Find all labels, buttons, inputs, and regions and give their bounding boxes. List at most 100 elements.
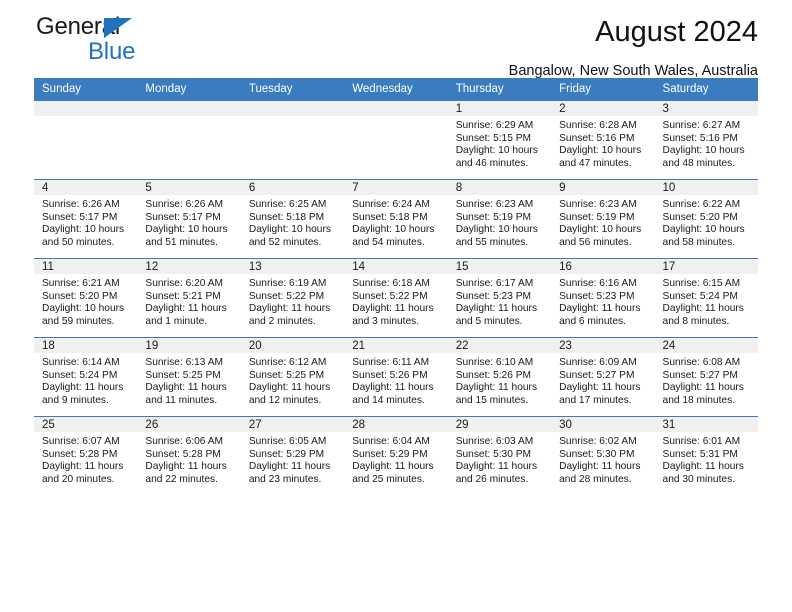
daylight-text: Daylight: 11 hours and 23 minutes. <box>248 461 331 485</box>
sunrise-text: Sunrise: 6:01 AM <box>662 436 741 447</box>
calendar-week-row: 11 Sunrise: 6:21 AM Sunset: 5:20 PM Dayligh… <box>34 258 758 338</box>
sunrise-text: Sunrise: 6:17 AM <box>455 278 534 289</box>
day-number: 4 <box>34 180 138 195</box>
day-number <box>137 101 241 116</box>
sunrise-text: Sunrise: 6:12 AM <box>248 357 327 368</box>
daylight-text: Daylight: 10 hours and 56 minutes. <box>559 224 642 248</box>
weekday-header-saturday: Saturday <box>654 78 758 101</box>
day-number <box>240 101 345 116</box>
daylight-text: Daylight: 10 hours and 58 minutes. <box>662 224 745 248</box>
calendar-day-cell[interactable]: 26 Sunrise: 6:06 AM Sunset: 5:28 PM Dayligh… <box>137 416 241 495</box>
calendar-day-cell[interactable]: 2 Sunrise: 6:28 AM Sunset: 5:16 PM Daylight… <box>551 100 655 180</box>
sunset-text: Sunset: 5:30 PM <box>455 448 532 460</box>
daylight-text: Daylight: 10 hours and 55 minutes. <box>455 224 538 248</box>
calendar-day-cell[interactable]: 4 Sunrise: 6:26 AM Sunset: 5:17 PM Daylight… <box>34 179 138 259</box>
sunset-text: Sunset: 5:19 PM <box>559 211 635 223</box>
day-details: Sunrise: 6:12 AM Sunset: 5:25 PM Daylight:… <box>241 353 344 407</box>
calendar-day-cell-empty <box>137 100 241 180</box>
day-number: 30 <box>551 417 655 432</box>
day-number: 10 <box>654 180 758 195</box>
sunset-text: Sunset: 5:20 PM <box>662 211 738 223</box>
sunrise-text: Sunrise: 6:23 AM <box>455 199 534 210</box>
sunrise-text: Sunrise: 6:15 AM <box>662 278 741 289</box>
calendar-day-cell[interactable]: 3 Sunrise: 6:27 AM Sunset: 5:16 PM Daylight… <box>654 100 758 180</box>
calendar-day-cell[interactable]: 29 Sunrise: 6:03 AM Sunset: 5:30 PM Dayligh… <box>447 416 552 495</box>
weekday-header-sunday: Sunday <box>34 78 138 101</box>
calendar-day-cell[interactable]: 18 Sunrise: 6:14 AM Sunset: 5:24 PM Dayligh… <box>34 337 138 417</box>
sunset-text: Sunset: 5:24 PM <box>42 369 118 381</box>
daylight-text: Daylight: 10 hours and 51 minutes. <box>145 224 228 248</box>
day-number: 15 <box>447 259 552 274</box>
calendar-day-cell[interactable]: 24 Sunrise: 6:08 AM Sunset: 5:27 PM Dayligh… <box>654 337 758 417</box>
day-details: Sunrise: 6:10 AM Sunset: 5:26 PM Daylight:… <box>448 353 551 407</box>
calendar-day-cell[interactable]: 31 Sunrise: 6:01 AM Sunset: 5:31 PM Dayligh… <box>654 416 758 495</box>
day-number: 1 <box>447 101 552 116</box>
calendar-day-cell[interactable]: 12 Sunrise: 6:20 AM Sunset: 5:21 PM Dayligh… <box>137 258 241 338</box>
day-number: 24 <box>654 338 758 353</box>
calendar-day-cell[interactable]: 8 Sunrise: 6:23 AM Sunset: 5:19 PM Daylight… <box>447 179 552 259</box>
calendar-day-cell[interactable]: 5 Sunrise: 6:26 AM Sunset: 5:17 PM Daylight… <box>137 179 241 259</box>
day-details: Sunrise: 6:18 AM Sunset: 5:22 PM Daylight:… <box>344 274 447 328</box>
sunrise-text: Sunrise: 6:26 AM <box>42 199 120 210</box>
day-number: 22 <box>447 338 552 353</box>
day-details: Sunrise: 6:22 AM Sunset: 5:20 PM Daylight:… <box>655 195 758 249</box>
calendar-day-cell[interactable]: 21 Sunrise: 6:11 AM Sunset: 5:26 PM Dayligh… <box>344 337 448 417</box>
calendar-day-cell[interactable]: 25 Sunrise: 6:07 AM Sunset: 5:28 PM Dayligh… <box>34 416 138 495</box>
day-details: Sunrise: 6:23 AM Sunset: 5:19 PM Daylight:… <box>551 195 654 249</box>
calendar-day-cell[interactable]: 27 Sunrise: 6:05 AM Sunset: 5:29 PM Dayligh… <box>240 416 345 495</box>
daylight-text: Daylight: 11 hours and 3 minutes. <box>352 303 434 327</box>
calendar-day-cell[interactable]: 22 Sunrise: 6:10 AM Sunset: 5:26 PM Dayligh… <box>447 337 552 417</box>
calendar-day-cell[interactable]: 19 Sunrise: 6:13 AM Sunset: 5:25 PM Dayligh… <box>137 337 241 417</box>
sunrise-text: Sunrise: 6:09 AM <box>559 357 637 368</box>
calendar-day-cell[interactable]: 13 Sunrise: 6:19 AM Sunset: 5:22 PM Dayligh… <box>240 258 345 338</box>
day-details: Sunrise: 6:17 AM Sunset: 5:23 PM Daylight:… <box>448 274 551 328</box>
sunset-text: Sunset: 5:29 PM <box>248 448 325 460</box>
day-details: Sunrise: 6:09 AM Sunset: 5:27 PM Daylight:… <box>551 353 654 407</box>
day-number: 13 <box>240 259 345 274</box>
sunset-text: Sunset: 5:27 PM <box>662 369 738 381</box>
daylight-text: Daylight: 11 hours and 12 minutes. <box>248 382 331 406</box>
calendar-day-cell[interactable]: 30 Sunrise: 6:02 AM Sunset: 5:30 PM Dayligh… <box>551 416 655 495</box>
sunrise-text: Sunrise: 6:23 AM <box>559 199 637 210</box>
sunset-text: Sunset: 5:25 PM <box>248 369 325 381</box>
sunrise-text: Sunrise: 6:02 AM <box>559 436 637 447</box>
calendar-day-cell[interactable]: 6 Sunrise: 6:25 AM Sunset: 5:18 PM Daylight… <box>240 179 345 259</box>
sunrise-text: Sunrise: 6:14 AM <box>42 357 120 368</box>
day-details: Sunrise: 6:26 AM Sunset: 5:17 PM Daylight:… <box>137 195 240 249</box>
calendar-day-cell[interactable]: 1 Sunrise: 6:29 AM Sunset: 5:15 PM Daylight… <box>447 100 552 180</box>
day-details: Sunrise: 6:11 AM Sunset: 5:26 PM Daylight:… <box>344 353 447 407</box>
daylight-text: Daylight: 10 hours and 52 minutes. <box>248 224 331 248</box>
calendar-day-cell[interactable]: 17 Sunrise: 6:15 AM Sunset: 5:24 PM Dayligh… <box>654 258 758 338</box>
daylight-text: Daylight: 10 hours and 54 minutes. <box>352 224 435 248</box>
calendar-day-cell[interactable]: 7 Sunrise: 6:24 AM Sunset: 5:18 PM Daylight… <box>344 179 448 259</box>
calendar-day-cell[interactable]: 16 Sunrise: 6:16 AM Sunset: 5:23 PM Dayligh… <box>551 258 655 338</box>
sunrise-text: Sunrise: 6:21 AM <box>42 278 120 289</box>
calendar-day-cell[interactable]: 28 Sunrise: 6:04 AM Sunset: 5:29 PM Dayligh… <box>344 416 448 495</box>
day-number: 17 <box>654 259 758 274</box>
day-details: Sunrise: 6:03 AM Sunset: 5:30 PM Daylight:… <box>448 432 551 486</box>
daylight-text: Daylight: 11 hours and 14 minutes. <box>352 382 434 406</box>
calendar-day-cell[interactable]: 15 Sunrise: 6:17 AM Sunset: 5:23 PM Dayligh… <box>447 258 552 338</box>
sunrise-text: Sunrise: 6:11 AM <box>352 357 430 368</box>
calendar-day-cell[interactable]: 11 Sunrise: 6:21 AM Sunset: 5:20 PM Dayligh… <box>34 258 138 338</box>
weekday-header-row: Sunday Monday Tuesday Wednesday Thursday Frid… <box>34 78 758 101</box>
weekday-header-monday: Monday <box>137 78 241 101</box>
day-number: 31 <box>654 417 758 432</box>
weekday-header-tuesday: Tuesday <box>240 78 345 101</box>
sunrise-text: Sunrise: 6:20 AM <box>145 278 224 289</box>
day-number: 14 <box>344 259 448 274</box>
day-number: 12 <box>137 259 241 274</box>
sunset-text: Sunset: 5:23 PM <box>559 290 635 302</box>
daylight-text: Daylight: 11 hours and 22 minutes. <box>145 461 227 485</box>
calendar-day-cell[interactable]: 10 Sunrise: 6:22 AM Sunset: 5:20 PM Dayligh… <box>654 179 758 259</box>
sunrise-text: Sunrise: 6:04 AM <box>352 436 430 447</box>
calendar-day-cell[interactable]: 14 Sunrise: 6:18 AM Sunset: 5:22 PM Dayligh… <box>344 258 448 338</box>
calendar-day-cell[interactable]: 9 Sunrise: 6:23 AM Sunset: 5:19 PM Daylight… <box>551 179 655 259</box>
calendar-day-cell[interactable]: 20 Sunrise: 6:12 AM Sunset: 5:25 PM Dayligh… <box>240 337 345 417</box>
calendar-day-cell-empty <box>34 100 138 180</box>
calendar-day-cell[interactable]: 23 Sunrise: 6:09 AM Sunset: 5:27 PM Dayligh… <box>551 337 655 417</box>
day-details: Sunrise: 6:27 AM Sunset: 5:16 PM Daylight:… <box>655 116 758 170</box>
daylight-text: Daylight: 11 hours and 6 minutes. <box>559 303 641 327</box>
day-number: 25 <box>34 417 138 432</box>
sunset-text: Sunset: 5:31 PM <box>662 448 738 460</box>
